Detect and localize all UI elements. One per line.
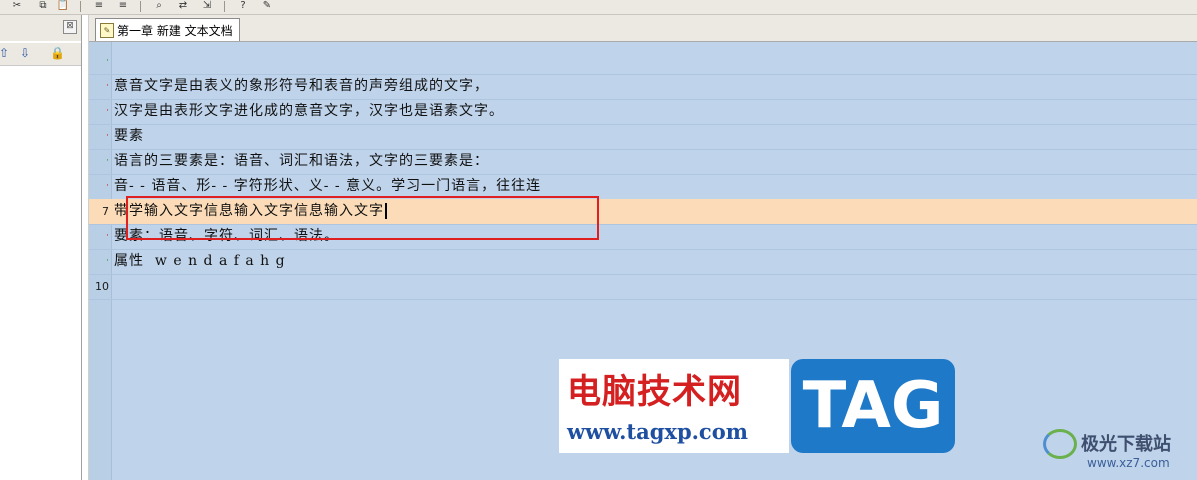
watermark-site-title: 电脑技术网 [567,372,742,412]
line-marker: · [106,81,109,91]
watermark-site-url: www.tagxp.com [567,419,748,444]
annotation-highlight-box [126,196,599,240]
watermark-tag-text: TAG [802,369,944,443]
watermark-tag-logo: TAG [791,359,955,453]
editor-line[interactable]: · [89,49,1197,75]
left-panel-header: ⊠ [0,15,81,41]
tab-bar: ✎ 第一章 新建 文本文档 [89,15,1197,42]
toolbar-separator [80,1,81,12]
lock-icon[interactable]: 🔒 [50,46,65,60]
left-panel-tools: ⇧ ⇩ 🔒 [0,43,81,66]
line-text: 属性 w e n d a f a h g [114,253,286,269]
find-next-icon[interactable]: ⇲ [200,0,214,12]
line-marker: · [106,56,109,66]
editor-line[interactable]: · 要素 [89,124,1197,150]
toolbar-separator [140,1,141,12]
line-marker: · [106,181,109,191]
brand-logo-icon [1043,429,1077,459]
notes-icon[interactable]: ✎ [260,0,274,12]
move-up-icon[interactable]: ⇧ [0,46,11,60]
editor-line[interactable]: · 意音文字是由表义的象形符号和表音的声旁组成的文字， [89,74,1197,100]
line-marker: · [106,256,109,266]
tab-document[interactable]: ✎ 第一章 新建 文本文档 [95,18,240,41]
scissors-icon[interactable]: ✂ [10,0,24,12]
toolbar-separator [224,1,225,12]
line-marker: · [106,231,109,241]
outdent-icon[interactable]: ≡ [116,0,130,12]
line-marker: · [106,106,109,116]
watermark-brand-url: www.xz7.com [1087,456,1170,470]
left-panel: ⊠ ⇧ ⇩ 🔒 [0,15,82,480]
help-icon[interactable]: ? [236,0,250,12]
copy-icon[interactable]: ⧉ [36,0,50,12]
paste-icon[interactable]: 📋 [56,0,70,12]
line-number: 7 [102,205,109,218]
editor-line[interactable]: · 属性 w e n d a f a h g [89,249,1197,275]
editor-line[interactable]: · 语言的三要素是：语音、词汇和语法，文字的三要素是： [89,149,1197,175]
line-text: 语言的三要素是：语音、词汇和语法，文字的三要素是： [114,153,489,169]
document-edit-icon: ✎ [100,22,114,38]
close-icon[interactable]: ⊠ [63,20,77,34]
replace-icon[interactable]: ⇄ [176,0,190,12]
move-down-icon[interactable]: ⇩ [18,46,32,60]
indent-icon[interactable]: ≡ [92,0,106,12]
editor-line[interactable]: 10 [89,274,1197,300]
line-marker: · [106,156,109,166]
editor-line[interactable]: · 汉字是由表形文字进化成的意音文字，汉字也是语素文字。 [89,99,1197,125]
tab-label: 第一章 新建 文本文档 [117,23,233,38]
line-text: 要素 [114,128,144,144]
watermark-brand-name: 极光下载站 [1081,434,1171,455]
watermark-site: 电脑技术网 www.tagxp.com [559,359,789,453]
line-number: 10 [95,280,109,293]
line-text: 汉字是由表形文字进化成的意音文字，汉字也是语素文字。 [114,103,504,119]
panel-splitter[interactable] [82,15,89,480]
line-text: 意音文字是由表义的象形符号和表音的声旁组成的文字， [114,78,489,94]
main-toolbar: ✂ ⧉ 📋 ≡ ≡ ⌕ ⇄ ⇲ ? ✎ [0,0,1197,15]
watermark-brand: 极光下载站 www.xz7.com [1043,427,1195,477]
find-icon[interactable]: ⌕ [152,0,166,12]
line-marker: · [106,131,109,141]
